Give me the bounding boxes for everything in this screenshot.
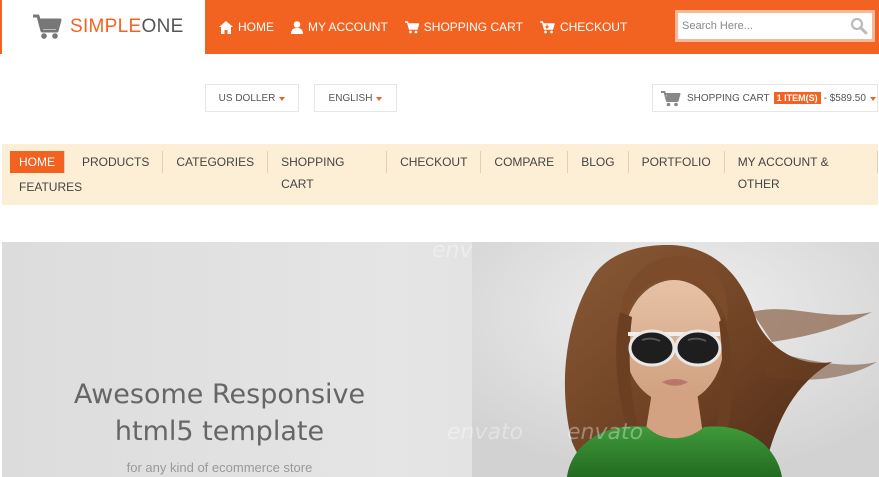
language-dropdown[interactable]: ENGLISH xyxy=(314,84,397,112)
banner-title-line1: Awesome Responsive xyxy=(73,379,366,410)
top-header: SIMPLEONE HOME MY ACCOUNT SHOPPING CART … xyxy=(0,0,879,54)
menu-item-checkout[interactable]: CHECKOUT xyxy=(387,151,482,173)
menu-item-home[interactable]: HOME xyxy=(10,151,65,173)
top-nav-my-account[interactable]: MY ACCOUNT xyxy=(291,20,388,34)
menu-item-products[interactable]: PRODUCTS xyxy=(69,151,164,173)
search-icon[interactable] xyxy=(850,17,868,35)
menu-item-my-account-other[interactable]: MY ACCOUNT & OTHER xyxy=(725,151,878,191)
home-icon xyxy=(219,20,233,34)
cart-count-badge: 1 ITEM(S) xyxy=(773,92,821,104)
mini-cart-dropdown[interactable]: SHOPPING CART 1 ITEM(S) - $589.50 xyxy=(652,84,878,112)
language-dropdown-label: ENGLISH xyxy=(328,92,373,104)
search-box xyxy=(675,10,875,42)
cart-icon xyxy=(404,20,419,33)
currency-dropdown-label: US DOLLER xyxy=(218,92,276,104)
hero-banner[interactable]: envato envato envato Awesome Responsive … xyxy=(2,242,879,477)
watermark-text: envato xyxy=(447,420,524,445)
currency-dropdown[interactable]: US DOLLER xyxy=(205,84,299,112)
mini-cart-label: SHOPPING CART xyxy=(687,92,770,104)
banner-subtitle: for any kind of ecommerce store xyxy=(126,460,313,475)
banner-title-line2: html5 template xyxy=(114,416,325,447)
hero-model-photo xyxy=(472,242,879,477)
menu-item-portfolio[interactable]: PORTFOLIO xyxy=(629,151,725,173)
top-nav-shopping-cart[interactable]: SHOPPING CART xyxy=(404,20,523,34)
logo-text-part2: ONE xyxy=(141,16,184,37)
menu-item-categories[interactable]: CATEGORIES xyxy=(163,151,269,173)
chevron-down-icon xyxy=(279,96,286,101)
main-menu: HOME PRODUCTS CATEGORIES SHOPPING CART C… xyxy=(2,144,878,205)
top-nav-shopping-cart-label: SHOPPING CART xyxy=(423,20,523,34)
cart-icon xyxy=(661,90,681,106)
top-nav-home[interactable]: HOME xyxy=(219,20,274,34)
watermark-text: envato xyxy=(567,420,644,445)
menu-item-features[interactable]: FEATURES xyxy=(10,176,95,198)
banner-title: Awesome Responsive html5 template xyxy=(2,376,437,450)
top-nav-bar: HOME MY ACCOUNT SHOPPING CART CHECKOUT S… xyxy=(205,0,879,54)
menu-item-shopping-cart[interactable]: SHOPPING CART xyxy=(268,151,388,191)
top-nav-checkout-label: CHECKOUT xyxy=(559,20,628,34)
search-input[interactable] xyxy=(678,13,848,39)
logo-text-part1: SIMPLE xyxy=(70,16,142,37)
chevron-down-icon xyxy=(376,96,383,101)
top-nav-checkout[interactable]: CHECKOUT xyxy=(539,20,628,34)
user-icon xyxy=(291,20,303,34)
top-nav-my-account-label: MY ACCOUNT xyxy=(308,20,388,34)
menu-item-compare[interactable]: COMPARE xyxy=(481,151,569,173)
chevron-down-icon xyxy=(869,96,876,101)
logo[interactable]: SIMPLEONE xyxy=(0,0,205,54)
cart-total: - $589.50 xyxy=(823,92,866,104)
top-nav-home-label: HOME xyxy=(238,20,274,34)
menu-item-blog[interactable]: BLOG xyxy=(568,151,629,173)
logo-text: SIMPLEONE xyxy=(70,16,184,38)
checkout-cart-icon xyxy=(539,20,555,33)
logo-cart-icon xyxy=(33,14,62,39)
